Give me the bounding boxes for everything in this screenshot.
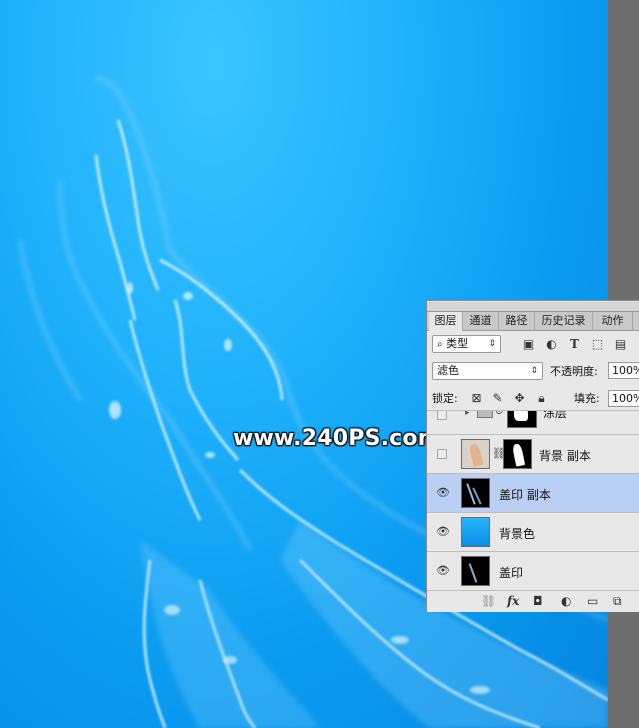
layer-thumbnail[interactable] <box>461 478 490 508</box>
type-filter-icon[interactable]: T <box>568 338 581 351</box>
tab-paths[interactable]: 路径 <box>499 312 535 330</box>
layer-thumbnail[interactable] <box>461 517 490 547</box>
layer-mask-thumbnail[interactable] <box>503 439 532 469</box>
panel-grip[interactable] <box>427 302 639 311</box>
layer-name: 盖印 <box>499 566 524 580</box>
tab-history[interactable]: 历史记录 <box>535 312 593 330</box>
eye-icon[interactable]: 👁︎ <box>432 525 454 539</box>
layer-thumbnail[interactable] <box>461 556 490 586</box>
watermark-text: www.240PS.com <box>233 426 441 451</box>
shape-filter-icon[interactable]: ⬚ <box>591 338 604 351</box>
fill-field[interactable]: 100% <box>608 390 639 407</box>
link-icon[interactable]: ⛓︎ <box>481 594 496 608</box>
folder-icon[interactable]: ▭ <box>587 594 598 608</box>
lock-paint-brush-icon[interactable]: ✎ <box>491 392 504 405</box>
smart-object-filter-icon[interactable]: ▤ <box>614 338 627 351</box>
eye-icon[interactable]: 👁︎ <box>432 564 454 578</box>
lock-row: 锁定: ⊠ ✎ ✥ 🔒︎ 填充: 100% <box>427 387 639 411</box>
layer-thumbnail[interactable] <box>461 439 490 469</box>
layer-row[interactable]: ⛓︎ 背景 副本 <box>427 434 639 473</box>
tab-actions[interactable]: 动作 <box>593 312 633 330</box>
new-layer-icon[interactable]: ⧉ <box>613 594 622 609</box>
eye-icon[interactable]: 👁︎ <box>432 486 454 500</box>
layer-mask-thumbnail[interactable] <box>507 411 537 428</box>
visibility-toggle[interactable] <box>437 449 447 459</box>
chevron-updown-icon: ⇕ <box>530 366 538 376</box>
layers-panel: 图层 通道 路径 历史记录 动作 ⌕ 类型 ⇕ ▣ ◐ T ⬚ ▤ 滤色 ⇕ 不… <box>426 300 639 612</box>
layer-name: 背景 副本 <box>539 449 591 463</box>
layer-name: 涂层 <box>543 411 568 420</box>
layers-list: ▸ ⊙ 涂层 ⛓︎ 背景 副本 👁︎ 盖印 副本 👁︎ 背景色 👁︎ 盖印 <box>427 411 639 590</box>
tab-layers[interactable]: 图层 <box>429 312 463 331</box>
tab-channels[interactable]: 通道 <box>463 312 499 330</box>
lock-transparent-icon[interactable]: ⊠ <box>470 392 483 405</box>
layer-name: 背景色 <box>499 527 536 541</box>
panel-tab-bar: 图层 通道 路径 历史记录 动作 <box>427 302 639 331</box>
panel-bottom-bar: ⛓︎ fx ◘ ◐ ▭ ⧉ <box>427 590 639 612</box>
image-filter-icon[interactable]: ▣ <box>522 338 535 351</box>
chevron-updown-icon: ⇕ <box>488 339 496 349</box>
search-icon: ⌕ <box>437 339 443 350</box>
layer-name: 盖印 副本 <box>499 488 551 502</box>
adjustment-icon[interactable]: ◐ <box>561 594 571 608</box>
fill-label: 填充: <box>574 392 600 405</box>
link-icon: ⊙ <box>495 411 504 417</box>
filter-kind-select[interactable]: ⌕ 类型 ⇕ <box>432 335 501 353</box>
blend-mode-value: 滤色 <box>437 364 459 377</box>
fx-icon[interactable]: fx <box>507 594 519 608</box>
group-arrow-icon[interactable]: ▸ <box>465 411 470 418</box>
filter-kind-label: 类型 <box>446 337 469 350</box>
blend-mode-select[interactable]: 滤色 ⇕ <box>432 362 543 380</box>
lock-all-icon[interactable]: 🔒︎ <box>535 392 548 405</box>
layer-row[interactable]: 👁︎ 背景色 <box>427 512 639 551</box>
visibility-toggle[interactable] <box>437 411 447 420</box>
lock-move-icon[interactable]: ✥ <box>513 392 526 405</box>
layer-row-selected[interactable]: 👁︎ 盖印 副本 <box>427 473 639 512</box>
adjustment-filter-icon[interactable]: ◐ <box>545 338 558 351</box>
layer-row[interactable]: 👁︎ 盖印 <box>427 551 639 590</box>
blend-row: 滤色 ⇕ 不透明度: 100% <box>427 359 639 383</box>
folder-icon <box>477 411 493 418</box>
lock-label: 锁定: <box>432 392 458 405</box>
opacity-field[interactable]: 100% <box>608 362 639 379</box>
filter-row: ⌕ 类型 ⇕ ▣ ◐ T ⬚ ▤ <box>427 333 639 357</box>
mask-icon[interactable]: ◘ <box>533 594 543 608</box>
opacity-label: 不透明度: <box>550 365 598 378</box>
layer-row[interactable]: ▸ ⊙ 涂层 <box>427 411 639 434</box>
